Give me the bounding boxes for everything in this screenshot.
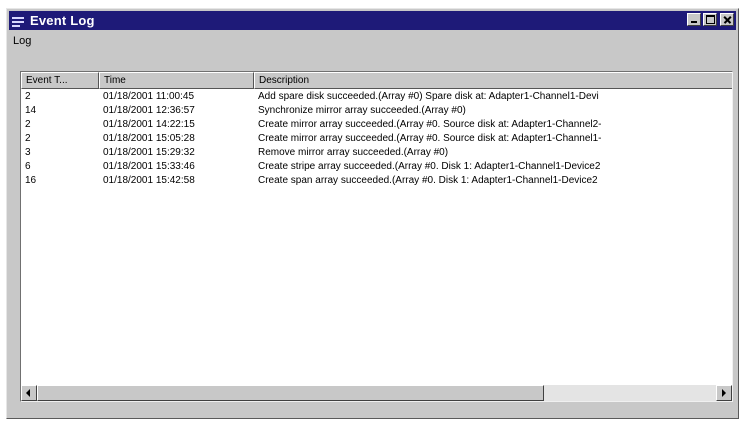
- event-type-cell: 2: [25, 133, 31, 144]
- event-type-cell: 2: [25, 91, 31, 102]
- description-cell: Add spare disk succeeded.(Array #0) Spar…: [258, 91, 599, 102]
- menu-log[interactable]: Log: [9, 35, 35, 47]
- table-row[interactable]: 3 01/18/2001 15:29:32 Remove mirror array …: [21, 146, 732, 160]
- event-type-cell: 6: [25, 161, 31, 172]
- time-cell: 01/18/2001 11:00:45: [103, 91, 195, 102]
- close-button[interactable]: [720, 13, 734, 26]
- description-cell: Synchronize mirror array succeeded.(Arra…: [258, 105, 466, 116]
- description-cell: Create stripe array succeeded.(Array #0.…: [258, 161, 601, 172]
- time-cell: 01/18/2001 15:29:32: [103, 147, 195, 158]
- column-header-time[interactable]: Time: [99, 72, 254, 89]
- time-cell: 01/18/2001 15:05:28: [103, 133, 195, 144]
- event-list-view[interactable]: Event T... Time Description 2 01/18/2001 …: [20, 71, 733, 402]
- event-type-cell: 3: [25, 147, 31, 158]
- title-bar[interactable]: Event Log: [9, 11, 736, 30]
- minimize-button[interactable]: [687, 13, 701, 26]
- table-row[interactable]: 2 01/18/2001 14:22:15 Create mirror array …: [21, 118, 732, 132]
- column-header-description[interactable]: Description: [254, 72, 732, 89]
- event-type-cell: 16: [25, 175, 37, 186]
- scroll-right-button[interactable]: [716, 385, 732, 401]
- scroll-left-button[interactable]: [21, 385, 37, 401]
- list-header: Event T... Time Description: [21, 72, 732, 89]
- description-cell: Create span array succeeded.(Array #0. D…: [258, 175, 598, 186]
- event-type-cell: 2: [25, 119, 31, 130]
- menu-bar: Log: [9, 32, 736, 50]
- event-type-cell: 14: [25, 105, 37, 116]
- window-controls: [687, 13, 734, 26]
- description-cell: Remove mirror array succeeded.(Array #0): [258, 147, 449, 158]
- time-cell: 01/18/2001 15:33:46: [103, 161, 195, 172]
- app-icon[interactable]: [12, 15, 26, 27]
- maximize-button[interactable]: [703, 13, 717, 26]
- time-cell: 01/18/2001 15:42:58: [103, 175, 195, 186]
- description-cell: Create mirror array succeeded.(Array #0.…: [258, 119, 602, 130]
- scroll-thumb[interactable]: [37, 385, 544, 401]
- time-cell: 01/18/2001 14:22:15: [103, 119, 195, 130]
- time-cell: 01/18/2001 12:36:57: [103, 105, 195, 116]
- event-rows: 2 01/18/2001 11:00:45 Add spare disk succe…: [21, 90, 732, 188]
- table-row[interactable]: 16 01/18/2001 15:42:58 Create span array s…: [21, 174, 732, 188]
- table-row[interactable]: 6 01/18/2001 15:33:46 Create stripe array …: [21, 160, 732, 174]
- table-row[interactable]: 2 01/18/2001 15:05:28 Create mirror array …: [21, 132, 732, 146]
- description-cell: Create mirror array succeeded.(Array #0.…: [258, 133, 602, 144]
- window-title: Event Log: [30, 13, 95, 28]
- table-row[interactable]: 2 01/18/2001 11:00:45 Add spare disk succe…: [21, 90, 732, 104]
- horizontal-scrollbar[interactable]: [21, 385, 732, 401]
- column-header-event-type[interactable]: Event T...: [21, 72, 99, 89]
- table-row[interactable]: 14 01/18/2001 12:36:57 Synchronize mirror …: [21, 104, 732, 118]
